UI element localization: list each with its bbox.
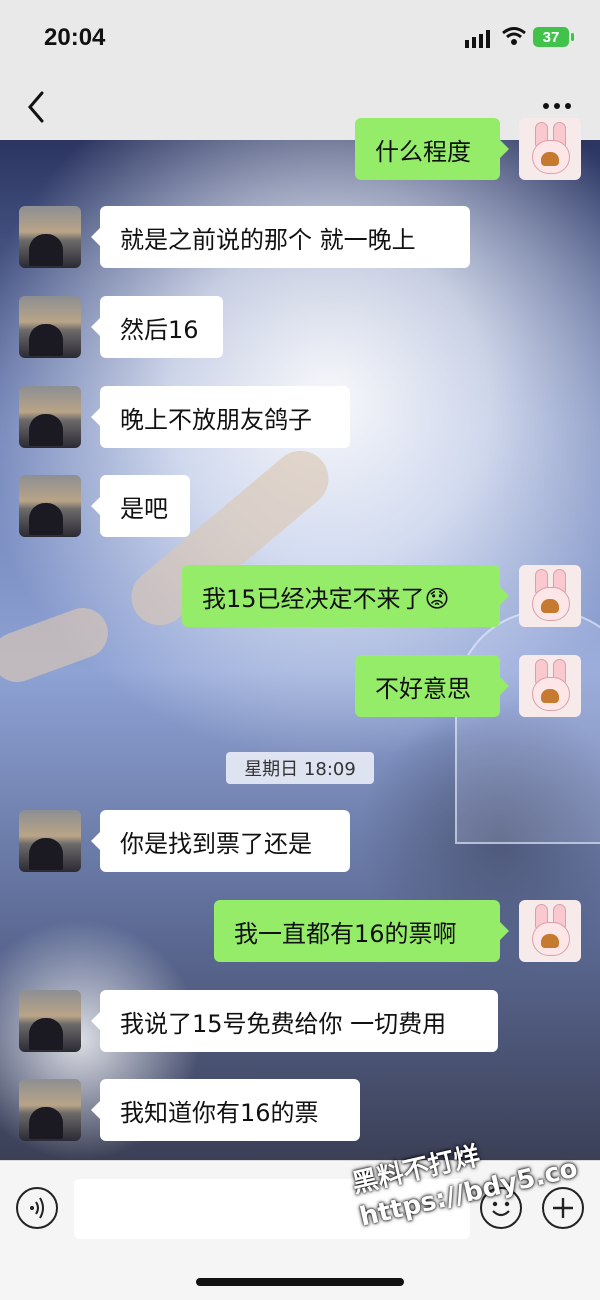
battery-indicator: 37 xyxy=(533,27,574,47)
chevron-left-icon[interactable] xyxy=(24,90,50,124)
contact-avatar[interactable] xyxy=(19,810,81,872)
message-bubble-mine[interactable]: 我一直都有16的票啊 xyxy=(214,900,509,962)
message-bubble-mine[interactable]: 什么程度 xyxy=(355,118,509,180)
background-dome xyxy=(455,610,600,844)
contact-avatar[interactable] xyxy=(19,475,81,537)
status-bar: 20:04 37 xyxy=(0,0,600,80)
message-bubble-contact[interactable]: 我知道你有16的票 xyxy=(91,1079,360,1141)
contact-avatar[interactable] xyxy=(19,1079,81,1141)
contact-avatar[interactable] xyxy=(19,206,81,268)
voice-icon[interactable] xyxy=(16,1187,58,1229)
message-bubble-contact[interactable]: 我说了15号免费给你 一切费用 xyxy=(91,990,498,1052)
message-bubble-contact[interactable]: 你是找到票了还是 xyxy=(91,810,350,872)
message-bubble-contact[interactable]: 是吧 xyxy=(91,475,190,537)
wifi-icon xyxy=(502,27,526,45)
message-bubble-contact[interactable]: 然后16 xyxy=(91,296,223,358)
background-arm xyxy=(0,600,115,690)
voice-icon-glyph xyxy=(30,1197,44,1219)
contact-avatar[interactable] xyxy=(19,296,81,358)
my-avatar[interactable] xyxy=(519,900,581,962)
message-bubble-contact[interactable]: 就是之前说的那个 就一晚上 xyxy=(91,206,470,268)
contact-avatar[interactable] xyxy=(19,990,81,1052)
chat-header xyxy=(0,80,600,140)
contact-avatar[interactable] xyxy=(19,386,81,448)
message-bubble-mine[interactable]: 我15已经决定不来了😟 xyxy=(182,565,509,627)
my-avatar[interactable] xyxy=(519,655,581,717)
signal-icon xyxy=(465,30,490,48)
message-bubble-mine[interactable]: 不好意思 xyxy=(355,655,509,717)
plus-icon-glyph xyxy=(553,1198,573,1218)
plus-icon[interactable] xyxy=(542,1187,584,1229)
status-time: 20:04 xyxy=(44,24,106,51)
home-indicator[interactable] xyxy=(196,1278,404,1286)
my-avatar[interactable] xyxy=(519,565,581,627)
my-avatar[interactable] xyxy=(519,118,581,180)
message-bubble-contact[interactable]: 晚上不放朋友鸽子 xyxy=(91,386,350,448)
more-dots-icon[interactable] xyxy=(542,102,572,110)
time-divider: 星期日 18:09 xyxy=(226,752,374,784)
